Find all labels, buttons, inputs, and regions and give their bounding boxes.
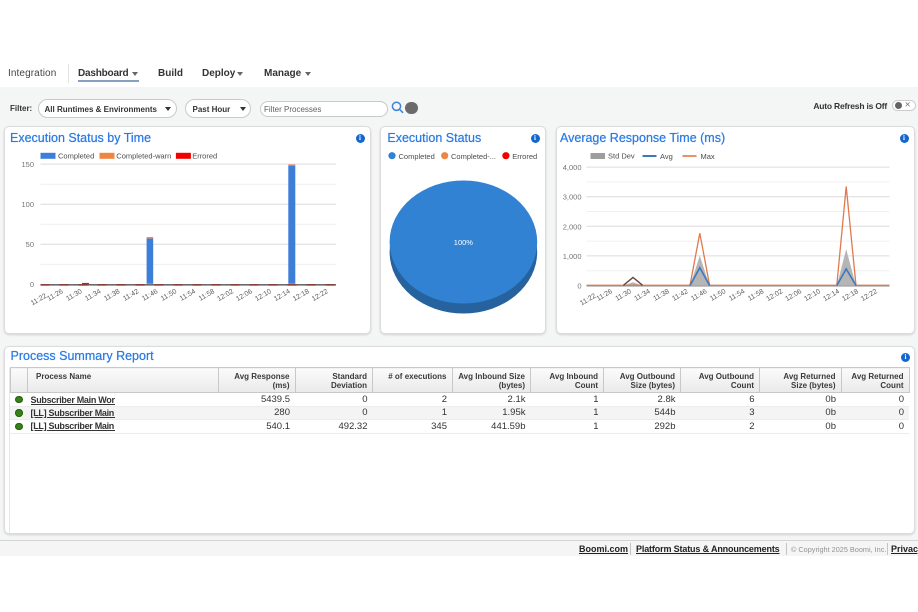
svg-text:Completed-warn: Completed-warn: [116, 152, 171, 161]
svg-text:12:14: 12:14: [273, 288, 292, 303]
svg-text:0: 0: [577, 282, 581, 291]
svg-text:11:58: 11:58: [746, 288, 764, 303]
svg-text:12:06: 12:06: [235, 288, 254, 303]
svg-text:11:22: 11:22: [29, 293, 47, 308]
svg-text:2,000: 2,000: [562, 222, 581, 231]
svg-text:11:38: 11:38: [652, 288, 670, 303]
svg-text:100: 100: [21, 200, 34, 209]
svg-text:11:26: 11:26: [46, 288, 64, 303]
svg-text:12:18: 12:18: [291, 288, 310, 303]
svg-text:11:34: 11:34: [633, 288, 651, 303]
svg-text:11:46: 11:46: [690, 288, 708, 303]
svg-text:0: 0: [29, 280, 33, 289]
svg-text:Avg: Avg: [660, 152, 673, 161]
svg-text:11:30: 11:30: [614, 288, 632, 303]
svg-text:Errored: Errored: [192, 152, 217, 161]
svg-text:11:34: 11:34: [84, 288, 102, 303]
svg-text:150: 150: [21, 160, 34, 169]
svg-text:50: 50: [25, 240, 33, 249]
svg-text:12:02: 12:02: [765, 288, 784, 303]
svg-text:1,000: 1,000: [562, 252, 581, 261]
svg-text:Completed: Completed: [399, 152, 435, 161]
svg-text:11:38: 11:38: [103, 288, 121, 303]
svg-text:12:14: 12:14: [822, 288, 841, 303]
svg-text:Completed: Completed: [58, 152, 94, 161]
svg-text:11:22: 11:22: [579, 293, 597, 308]
svg-text:11:50: 11:50: [709, 288, 727, 303]
svg-text:12:22: 12:22: [310, 288, 329, 303]
svg-text:11:58: 11:58: [197, 288, 215, 303]
svg-text:11:50: 11:50: [159, 288, 177, 303]
svg-text:Max: Max: [700, 152, 714, 161]
svg-text:12:22: 12:22: [860, 288, 879, 303]
svg-text:Completed-...: Completed-...: [451, 152, 496, 161]
svg-text:11:54: 11:54: [178, 288, 196, 303]
svg-text:12:18: 12:18: [841, 288, 860, 303]
svg-text:12:10: 12:10: [803, 288, 822, 303]
svg-text:3,000: 3,000: [562, 193, 581, 202]
svg-text:12:06: 12:06: [784, 288, 803, 303]
svg-text:Errored: Errored: [513, 152, 538, 161]
svg-text:11:54: 11:54: [727, 288, 745, 303]
svg-text:12:10: 12:10: [254, 288, 273, 303]
svg-text:11:26: 11:26: [595, 288, 613, 303]
svg-text:11:42: 11:42: [122, 288, 140, 303]
svg-text:11:42: 11:42: [671, 288, 689, 303]
svg-text:100%: 100%: [454, 238, 474, 247]
svg-text:11:30: 11:30: [65, 288, 83, 303]
svg-text:Std Dev: Std Dev: [608, 152, 635, 161]
svg-text:4,000: 4,000: [562, 163, 581, 172]
svg-text:11:46: 11:46: [140, 288, 158, 303]
svg-text:12:02: 12:02: [216, 288, 235, 303]
